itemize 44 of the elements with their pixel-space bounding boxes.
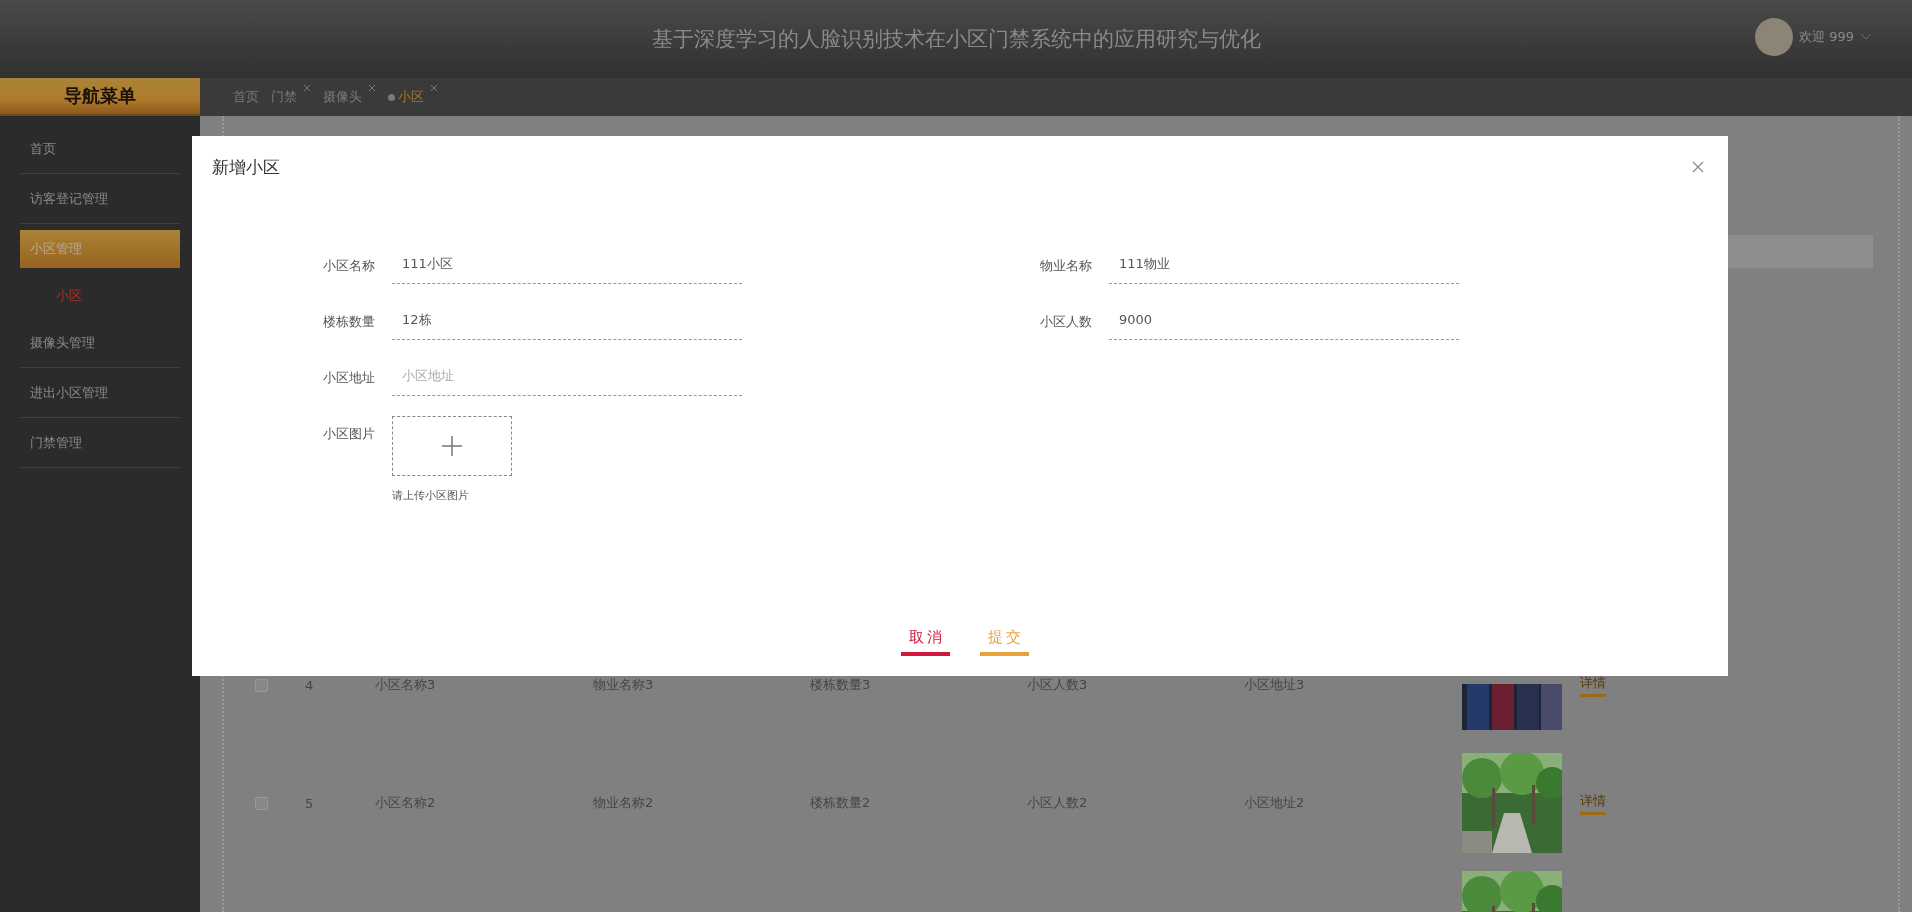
tab[interactable]: 摄像头 — [323, 88, 362, 106]
sidebar-item[interactable]: 进出小区管理 — [20, 368, 180, 418]
sidebar-item[interactable]: 门禁管理 — [20, 418, 180, 468]
row-checkbox[interactable] — [255, 796, 268, 810]
sidebar-item[interactable]: 首页 — [20, 124, 180, 174]
field-label: 楼栋数量 — [323, 313, 376, 331]
tab[interactable]: 小区 — [398, 88, 424, 106]
field-label: 小区地址 — [323, 369, 376, 387]
upload-hint: 请上传小区图片 — [392, 488, 470, 503]
field-label: 小区图片 — [323, 425, 376, 443]
table-cell-text: 物业名称2 — [593, 794, 655, 812]
table-cell-text: 4 — [305, 677, 315, 693]
sidebar-item[interactable]: 摄像头管理 — [20, 318, 180, 368]
plus-icon — [441, 435, 463, 457]
table-cell-text: 楼栋数量2 — [810, 794, 872, 812]
table-cell-text: 小区人数3 — [1027, 676, 1089, 694]
table-cell-text: 小区地址3 — [1244, 676, 1306, 694]
field-label: 物业名称 — [1040, 257, 1093, 275]
table-cell-text: 小区人数2 — [1027, 794, 1089, 812]
table-cell-text: 楼栋数量3 — [810, 676, 872, 694]
page-title: 基于深度学习的人脸识别技术在小区门禁系统中的应用研究与优化 — [651, 26, 1261, 53]
close-icon[interactable] — [430, 84, 438, 92]
nav-menu-title: 导航菜单 — [0, 78, 200, 116]
user-greeting[interactable]: 欢迎 999 — [1799, 28, 1854, 46]
table-cell-text: 5 — [305, 795, 315, 811]
table-cell-text: 小区名称2 — [375, 794, 437, 812]
avatar[interactable] — [1755, 18, 1794, 56]
submit-button[interactable]: 提交 — [980, 628, 1029, 656]
table-cell-text: 小区名称3 — [375, 676, 437, 694]
table-cell-text: 小区地址2 — [1244, 794, 1306, 812]
sidebar-subitem[interactable]: 小区 — [20, 274, 180, 318]
field-label: 小区名称 — [323, 257, 376, 275]
close-icon[interactable] — [303, 84, 311, 92]
dialog-title: 新增小区 — [212, 155, 280, 179]
table-cell-text: 物业名称3 — [593, 676, 655, 694]
field-label: 小区人数 — [1040, 313, 1093, 331]
cancel-button[interactable]: 取消 — [901, 628, 950, 656]
upload-button[interactable] — [392, 416, 512, 476]
sidebar-item[interactable]: 访客登记管理 — [20, 174, 180, 224]
close-icon[interactable] — [368, 84, 376, 92]
detail-link[interactable]: 详情 — [1580, 791, 1606, 815]
chevron-down-icon[interactable] — [1860, 33, 1872, 41]
tab[interactable]: 首页 — [233, 88, 259, 106]
row-checkbox[interactable] — [255, 678, 268, 692]
